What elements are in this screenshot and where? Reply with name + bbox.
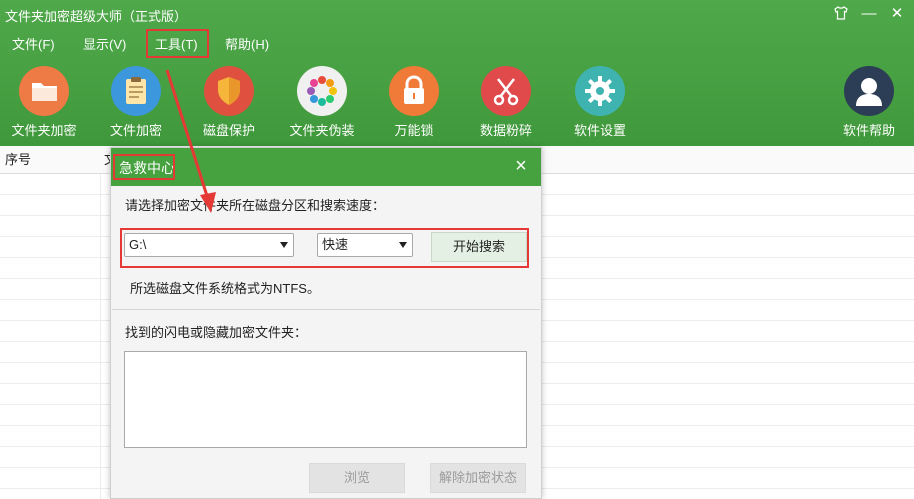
rescue-center-dialog: 急救中心 × 请选择加密文件夹所在磁盘分区和搜索速度： G:\ 快速 开始搜索 … [110, 147, 542, 499]
toolbar-data-shred[interactable]: 数据粉碎 [466, 64, 546, 140]
browse-button[interactable]: 浏览 [309, 463, 405, 493]
start-search-button[interactable]: 开始搜索 [431, 232, 527, 262]
shield-icon [204, 66, 254, 116]
menu-tools-highlight [146, 29, 209, 58]
scissors-icon [481, 66, 531, 116]
menu-file[interactable]: 文件(F) [12, 33, 55, 57]
speed-select[interactable]: 快速 [317, 233, 413, 257]
menu-help[interactable]: 帮助(H) [225, 33, 269, 57]
dialog-title-highlight [113, 154, 175, 180]
column-divider [100, 174, 101, 499]
toolbar-help[interactable]: 软件帮助 [829, 64, 909, 140]
dialog-titlebar: 急救中心 × [111, 148, 541, 186]
drive-select[interactable]: G:\ [124, 233, 294, 257]
drive-select-value: G:\ [129, 237, 147, 252]
toolbar-folder-encrypt[interactable]: 文件夹加密 [4, 64, 84, 140]
window-title: 文件夹加密超级大师（正式版） [5, 9, 188, 24]
minimize-button[interactable]: — [860, 4, 878, 22]
user-icon [844, 66, 894, 116]
column-index[interactable]: 序号 [5, 146, 31, 174]
menu-view[interactable]: 显示(V) [83, 33, 126, 57]
gear-icon [575, 66, 625, 116]
toolbar-file-encrypt[interactable]: 文件加密 [96, 64, 176, 140]
padlock-icon [389, 66, 439, 116]
toolbar-folder-disguise[interactable]: 文件夹伪装 [282, 64, 362, 140]
toolbar-label: 万能锁 [394, 123, 434, 138]
toolbar-label: 磁盘保护 [202, 123, 255, 138]
toolbar-label: 文件夹加密 [11, 123, 77, 138]
dialog-close-icon[interactable]: × [511, 156, 531, 176]
color-wheel-icon [297, 66, 347, 116]
toolbar-universal-lock[interactable]: 万能锁 [374, 64, 454, 140]
dialog-divider [112, 309, 540, 310]
found-folders-list[interactable] [124, 351, 527, 448]
toolbar-label: 文件加密 [109, 123, 162, 138]
toolbar-label: 文件夹伪装 [289, 123, 355, 138]
toolbar-settings[interactable]: 软件设置 [560, 64, 640, 140]
toolbar-label: 数据粉碎 [479, 123, 532, 138]
filesystem-info: 所选磁盘文件系统格式为NTFS。 [130, 281, 320, 296]
close-button[interactable]: ✕ [888, 4, 906, 22]
toolbar-disk-protect[interactable]: 磁盘保护 [189, 64, 269, 140]
chevron-down-icon [399, 242, 407, 248]
window-controls: — ✕ [832, 4, 906, 22]
folder-icon [19, 66, 69, 116]
found-folders-label: 找到的闪电或隐藏加密文件夹： [125, 325, 308, 340]
toolbar-label: 软件帮助 [842, 123, 895, 138]
speed-select-value: 快速 [322, 237, 349, 252]
dialog-prompt: 请选择加密文件夹所在磁盘分区和搜索速度： [125, 198, 386, 213]
toolbar-label: 软件设置 [573, 123, 626, 138]
remove-encryption-button[interactable]: 解除加密状态 [430, 463, 526, 493]
chevron-down-icon [280, 242, 288, 248]
skin-icon[interactable] [832, 4, 850, 22]
app-header: 文件夹加密超级大师（正式版） — ✕ 文件(F) 显示(V) 工具(T) 帮助(… [0, 0, 914, 146]
clipboard-icon [111, 66, 161, 116]
